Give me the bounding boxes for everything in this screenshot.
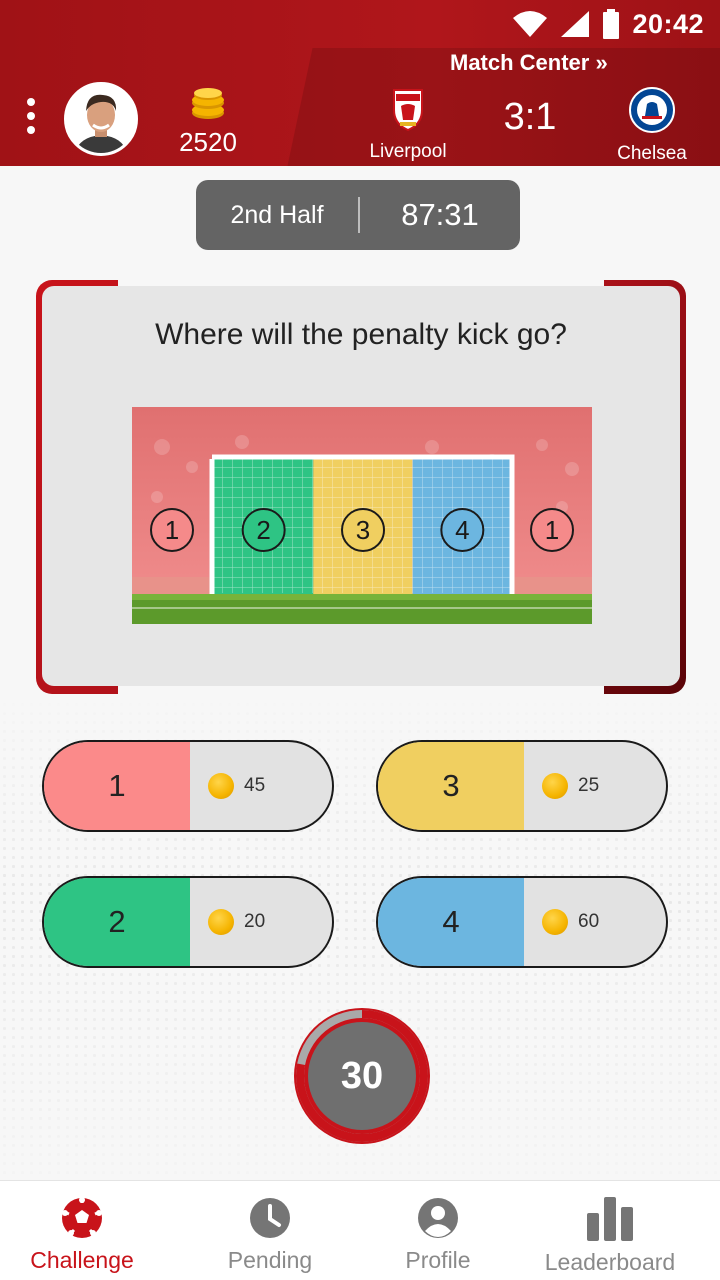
svg-text:3: 3: [356, 515, 370, 545]
zone-marker-4: 4: [440, 508, 485, 552]
battery-icon: [603, 9, 620, 39]
signal-icon: [561, 11, 590, 37]
svg-text:1: 1: [165, 515, 179, 545]
option-stake: 45: [190, 742, 332, 830]
zone-marker-2: 2: [241, 508, 286, 552]
away-team-name: Chelsea: [617, 143, 687, 164]
match-header: 20:42 Match Center » 2520 Liverpool 3:1 …: [0, 0, 720, 166]
zone-marker-1: 1: [150, 508, 194, 552]
user-avatar-image: [67, 85, 135, 153]
home-team-name: Liverpool: [369, 141, 447, 162]
countdown-value: 30: [340, 1054, 384, 1097]
away-team[interactable]: Chelsea: [602, 86, 702, 165]
nav-label: Challenge: [30, 1247, 134, 1273]
option-label: 3: [378, 742, 524, 830]
status-bar: 20:42: [512, 6, 704, 42]
answer-option-3[interactable]: 3 25: [376, 740, 668, 832]
coin-balance: 2520: [176, 86, 240, 158]
coin-icon: [208, 909, 234, 935]
clock-icon: [250, 1198, 290, 1238]
coin-icon: [542, 909, 568, 935]
liverpool-crest-icon: [393, 89, 423, 132]
answer-option-2[interactable]: 2 20: [42, 876, 334, 968]
nav-profile[interactable]: Profile: [376, 1181, 500, 1280]
wifi-icon: [513, 11, 548, 37]
option-stake-value: 20: [244, 911, 266, 932]
match-period-clock: 2nd Half 87:31: [196, 180, 520, 250]
nav-challenge[interactable]: Challenge: [0, 1181, 164, 1280]
coin-stack-icon: [192, 88, 224, 119]
option-stake-value: 45: [244, 775, 266, 796]
option-stake: 25: [524, 742, 666, 830]
nav-label: Profile: [405, 1247, 471, 1273]
option-stake-value: 25: [578, 775, 600, 796]
period-label: 2nd Half: [230, 200, 324, 229]
match-score: 3:1: [503, 96, 557, 138]
svg-text:4: 4: [455, 515, 469, 545]
answer-option-1[interactable]: 1 45: [42, 740, 334, 832]
svg-text:2: 2: [256, 515, 270, 545]
home-team[interactable]: Liverpool: [358, 86, 458, 163]
zone-marker-3: 3: [341, 508, 385, 552]
bottom-navigation: Challenge Pending Profile Leaderboard: [0, 1180, 720, 1280]
answer-option-4[interactable]: 4 60: [376, 876, 668, 968]
option-label: 2: [44, 878, 190, 966]
coin-icon: [208, 773, 234, 799]
bar-chart-icon: [587, 1197, 633, 1241]
zone-marker-1: 1: [530, 508, 574, 552]
menu-icon[interactable]: [24, 98, 38, 134]
option-stake: 60: [524, 878, 666, 966]
nav-pending[interactable]: Pending: [164, 1181, 376, 1280]
svg-text:1: 1: [545, 515, 559, 545]
coin-icon: [542, 773, 568, 799]
nav-label: Leaderboard: [544, 1249, 676, 1275]
chelsea-crest-icon: [629, 87, 675, 133]
match-center-link[interactable]: Match Center »: [450, 50, 608, 76]
avatar[interactable]: [64, 82, 138, 156]
option-stake: 20: [190, 878, 332, 966]
option-label: 1: [44, 742, 190, 830]
frame-gap-bottom: [118, 686, 604, 694]
soccer-ball-icon: [62, 1197, 102, 1238]
nav-label: Pending: [227, 1247, 313, 1273]
match-clock: 87:31: [401, 197, 479, 232]
option-stake-value: 60: [578, 911, 600, 932]
goal-illustration: 1 2 3 4 1: [132, 407, 592, 624]
coin-balance-value: 2520: [179, 127, 237, 157]
nav-leaderboard[interactable]: Leaderboard: [500, 1181, 720, 1280]
person-icon: [418, 1198, 458, 1238]
status-time: 20:42: [632, 8, 704, 39]
option-label: 4: [378, 878, 524, 966]
question-text: Where will the penalty kick go?: [155, 318, 567, 351]
